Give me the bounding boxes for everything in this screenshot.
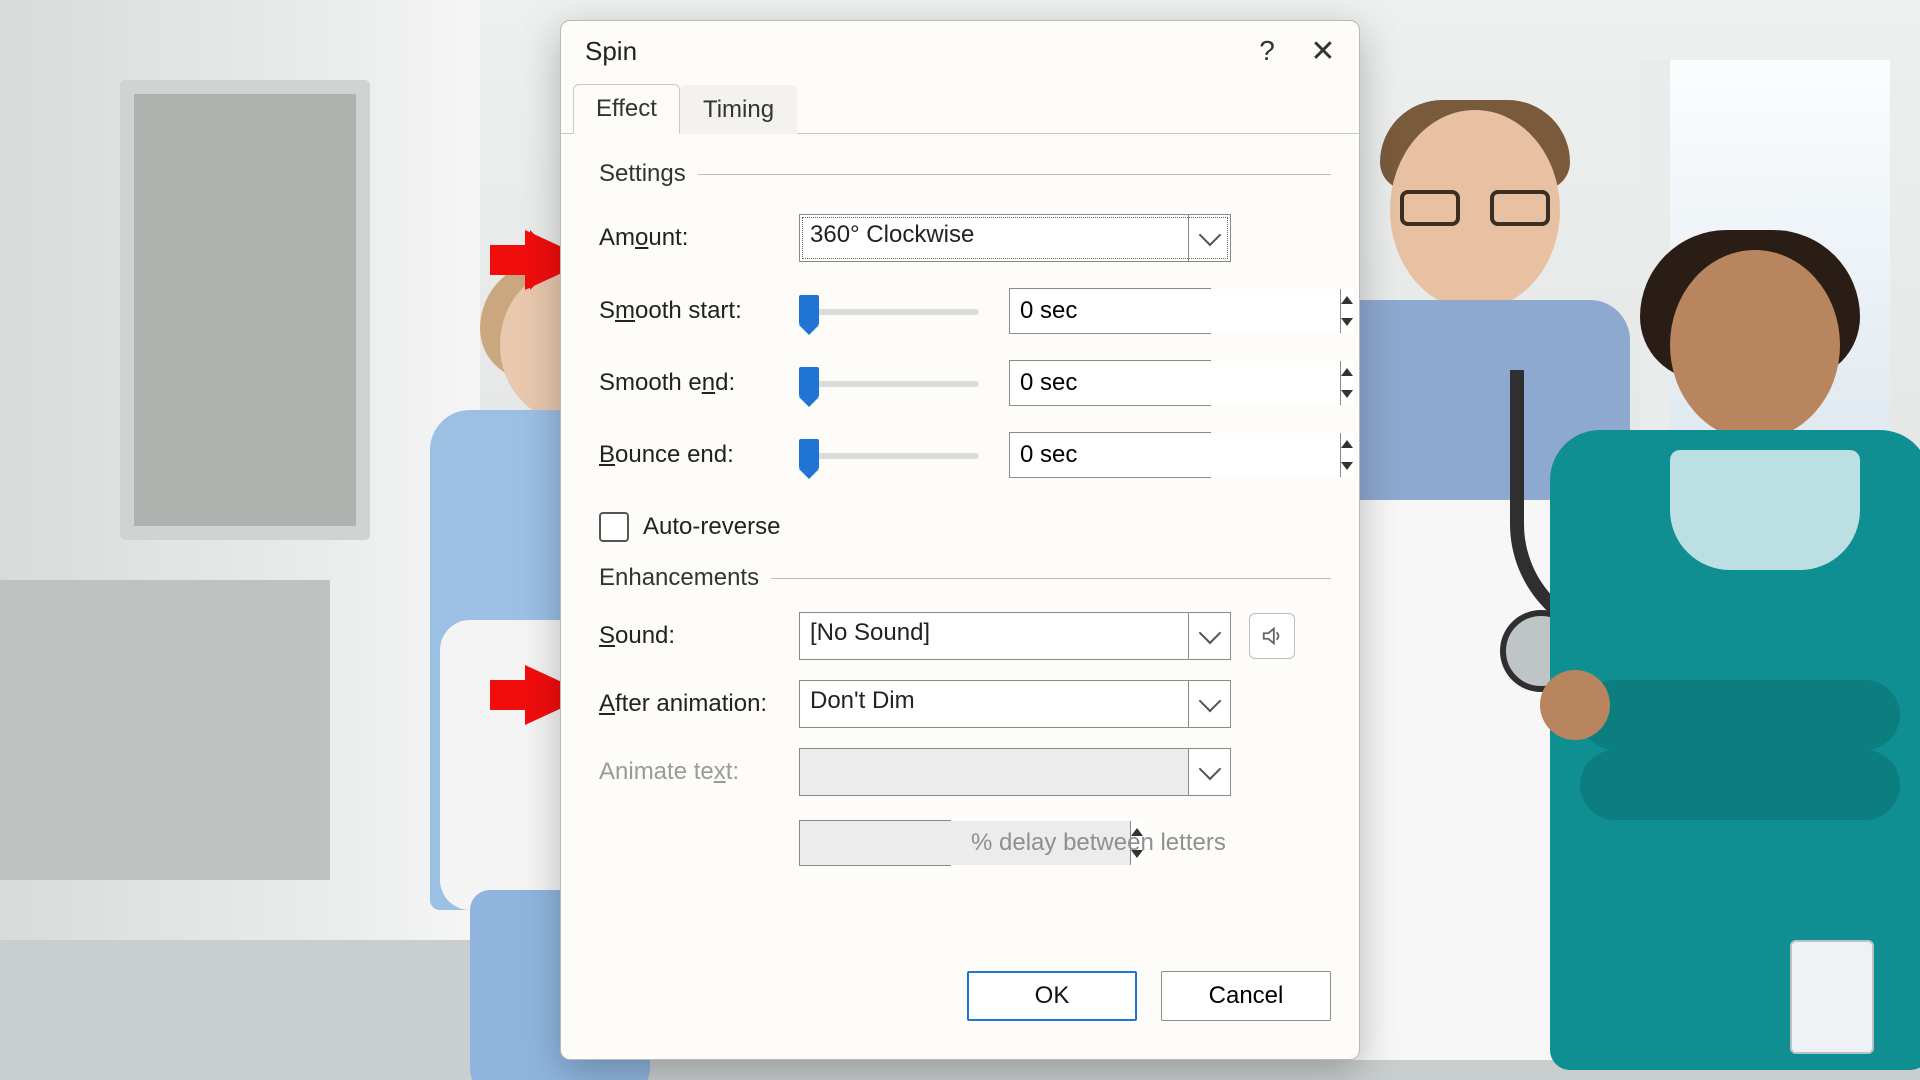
triangle-down-icon [1341,318,1353,326]
spin-up[interactable] [1341,289,1353,311]
combobox-after-animation[interactable]: Don't Dim [799,680,1231,728]
row-after-animation: After animation: Don't Dim [599,680,1331,728]
combobox-animate-text-value [800,749,1188,795]
spinner-smooth-start-value[interactable] [1010,289,1340,333]
slider-smooth-start[interactable] [799,293,979,329]
slider-thumb[interactable] [799,367,819,397]
row-bounce-end: Bounce end: [599,432,1331,478]
group-enhancements: Enhancements [599,564,1331,592]
slider-thumb[interactable] [799,295,819,325]
spin-down[interactable] [1341,383,1353,405]
label-sound: Sound: [599,622,799,650]
checkbox-auto-reverse[interactable] [599,512,629,542]
spin-up[interactable] [1341,361,1353,383]
combobox-after-animation-dropdown[interactable] [1188,681,1230,727]
triangle-down-icon [1341,390,1353,398]
row-delay-letters: % delay between letters [799,820,1331,866]
spinner-smooth-end[interactable] [1009,360,1211,406]
combobox-sound-value: [No Sound] [800,613,1188,659]
help-icon: ? [1259,35,1275,67]
spinner-smooth-start[interactable] [1009,288,1211,334]
spinner-delay-letters [799,820,951,866]
tabs: Effect Timing [561,81,1359,134]
combobox-sound[interactable]: [No Sound] [799,612,1231,660]
row-amount: Amount: 360° Clockwise [599,214,1331,262]
combobox-amount[interactable]: 360° Clockwise [799,214,1231,262]
row-sound: Sound: [No Sound] [599,612,1331,660]
group-settings: Settings [599,160,1331,188]
spin-effect-dialog: Spin ? ✕ Effect Timing Settings Amount: … [560,20,1360,1060]
dialog-footer: OK Cancel [561,950,1359,1059]
combobox-animate-text-dropdown [1188,749,1230,795]
label-smooth-end: Smooth end: [599,369,799,397]
row-smooth-end: Smooth end: [599,360,1331,406]
chevron-down-icon [1198,224,1221,247]
label-auto-reverse: Auto-reverse [643,513,780,541]
combobox-amount-value: 360° Clockwise [800,215,1188,261]
spinner-bounce-end-value[interactable] [1010,433,1340,477]
cancel-button[interactable]: Cancel [1161,971,1331,1021]
close-icon: ✕ [1310,34,1335,69]
row-animate-text: Animate text: [599,748,1331,796]
spin-down[interactable] [1341,311,1353,333]
spinner-smooth-end-value[interactable] [1010,361,1340,405]
help-button[interactable]: ? [1239,26,1295,76]
combobox-sound-dropdown[interactable] [1188,613,1230,659]
speaker-icon [1261,625,1283,647]
close-button[interactable]: ✕ [1295,26,1351,76]
triangle-up-icon [1341,296,1353,304]
label-after-animation: After animation: [599,690,799,718]
label-bounce-end: Bounce end: [599,441,799,469]
tab-timing[interactable]: Timing [680,85,797,134]
row-auto-reverse: Auto-reverse [599,512,1331,542]
spin-down[interactable] [1341,455,1353,477]
label-amount: Amount: [599,224,799,252]
label-delay-letters: % delay between letters [971,829,1226,857]
label-animate-text: Animate text: [599,758,799,786]
spin-up[interactable] [1341,433,1353,455]
sound-volume-button[interactable] [1249,613,1295,659]
ok-button[interactable]: OK [967,971,1137,1021]
tab-panel-effect: Settings Amount: 360° Clockwise Smooth s… [561,134,1359,950]
dialog-titlebar[interactable]: Spin ? ✕ [561,21,1359,81]
combobox-amount-dropdown[interactable] [1188,215,1230,261]
triangle-up-icon [1341,440,1353,448]
chevron-down-icon [1198,690,1221,713]
slider-bounce-end[interactable] [799,437,979,473]
label-smooth-start: Smooth start: [599,297,799,325]
tab-effect[interactable]: Effect [573,84,680,134]
triangle-down-icon [1341,462,1353,470]
spinner-bounce-end[interactable] [1009,432,1211,478]
triangle-up-icon [1341,368,1353,376]
dialog-title: Spin [585,36,637,67]
person-nurse-right [1520,250,1920,1080]
combobox-animate-text [799,748,1231,796]
chevron-down-icon [1198,758,1221,781]
slider-smooth-end[interactable] [799,365,979,401]
row-smooth-start: Smooth start: [599,288,1331,334]
chevron-down-icon [1198,622,1221,645]
slider-thumb[interactable] [799,439,819,469]
combobox-after-animation-value: Don't Dim [800,681,1188,727]
